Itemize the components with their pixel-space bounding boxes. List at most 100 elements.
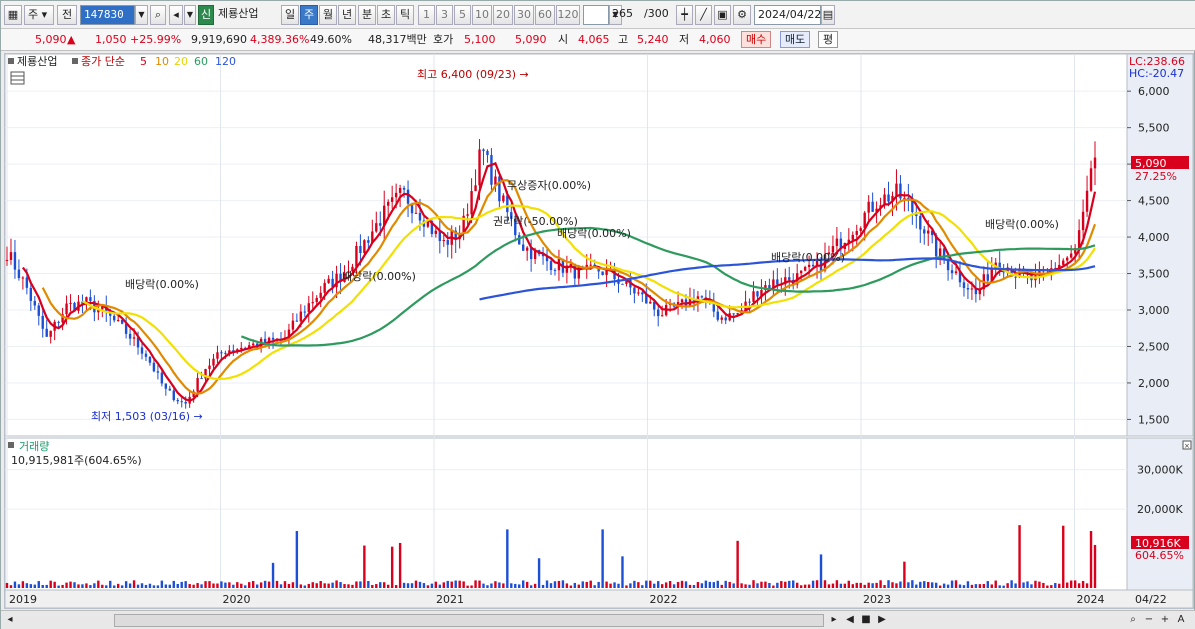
period-year-button[interactable]: 년 [338,5,356,25]
zoom-out-icon[interactable]: − [1142,613,1156,628]
play-icon[interactable]: ▶ [875,613,889,628]
period-dropdown[interactable]: 주 ▾ [24,5,54,25]
interval-120-button[interactable]: 120 [556,5,580,25]
period-day-button[interactable]: 일 [281,5,299,25]
volume-bar [347,584,350,588]
even-button[interactable]: 평 [818,31,839,48]
scroll-right-icon[interactable]: ▸ [827,613,841,628]
date-input[interactable]: 2024/04/22 [754,5,821,25]
candle-body [29,287,33,301]
interval-20-button[interactable]: 20 [493,5,513,25]
indicator-menu-icon[interactable] [72,58,78,64]
volume-bar [1054,583,1057,588]
candle-body [855,231,858,235]
volume-bar [553,581,557,588]
price-volume-chart[interactable]: 6,0005,5005,0004,5004,0003,5003,0002,500… [5,54,1193,608]
volume-bar [454,580,457,588]
interval-3-button[interactable]: 3 [436,5,453,25]
volume-panel-menu-icon[interactable] [8,442,14,448]
settings-gear-icon[interactable]: ⚙ [733,5,751,25]
scroll-thumb[interactable] [114,614,824,627]
volume-bar [748,584,751,588]
sound-dropdown-icon[interactable]: ▼ [184,5,196,25]
zoom-icon[interactable]: ⌕ [1126,613,1140,628]
code-dropdown-icon[interactable]: ▼ [135,5,148,25]
x-tick-label: 2019 [9,593,37,606]
volume-bar [613,582,616,588]
candle-body [394,192,398,198]
chart-area[interactable]: 6,0005,5005,0004,5004,0003,5003,0002,500… [4,53,1194,609]
volume-bar [863,584,866,588]
search-icon[interactable]: ⌕ [150,5,166,25]
volume-bar [585,581,588,588]
bar-count[interactable]: 265 [606,5,636,25]
buy-button[interactable]: 매수 [741,31,772,48]
x-tick-label: 2024 [1077,593,1105,606]
sound-icon[interactable]: ◂ [169,5,183,25]
candle-body [522,244,525,251]
scroll-left-icon[interactable]: ◂ [3,613,17,628]
candle-body [49,330,52,337]
save-icon[interactable]: ▣ [714,5,731,25]
panel-stock-name: 제룡산업 [17,55,57,68]
period-week-button[interactable]: 주 [300,5,318,25]
table-toggle-icon[interactable] [10,71,25,85]
draw-tool-icon[interactable]: ╱ [695,5,712,25]
chart-scrollbar[interactable]: ◂ ▸ ◀ ■ ▶ ⌕ − + A [1,610,1195,629]
candle-body [156,371,160,373]
rewind-icon[interactable]: ◀ [843,613,857,628]
volume-bar [386,584,390,588]
candle-body [748,301,751,303]
volume-bar [780,581,783,588]
period-tick-button[interactable]: 틱 [396,5,414,25]
candle-body [486,150,489,156]
volume-bar [498,582,501,588]
interval-10-button[interactable]: 10 [472,5,492,25]
volume-bar [1089,530,1093,588]
stop-icon[interactable]: ■ [859,613,873,628]
volume-bar [799,585,803,588]
volume-bar [45,584,48,588]
candle-type-icon[interactable]: ┿ [676,5,693,25]
interval-5-button[interactable]: 5 [454,5,471,25]
font-size-icon[interactable]: A [1174,613,1188,628]
window-menu-icon[interactable]: ▦ [4,5,22,25]
volume-bar [518,584,521,588]
volume-bar [1050,585,1053,588]
stock-name: 제룡산업 [218,7,259,20]
volume-bar [458,580,461,588]
volume-bar [851,584,854,588]
calendar-icon[interactable]: ▤ [821,5,835,25]
panel-menu-icon[interactable] [8,58,14,64]
interval-1-button[interactable]: 1 [418,5,435,25]
candle-body [851,234,854,240]
sell-button[interactable]: 매도 [780,31,811,48]
volume-bar [442,582,445,588]
volume-bar [843,583,847,588]
period-month-button[interactable]: 월 [319,5,337,25]
interval-60-button[interactable]: 60 [535,5,555,25]
volume-bar [355,581,358,588]
volume-bar [895,583,898,588]
period-minute-button[interactable]: 분 [358,5,376,25]
volume-bar [81,584,84,588]
zoom-in-icon[interactable]: + [1158,613,1172,628]
candle-body [466,214,469,216]
stock-code-input[interactable]: 147830 [80,5,135,25]
volume-bar [978,584,982,588]
interval-30-button[interactable]: 30 [514,5,534,25]
volume-bar [371,585,374,588]
candle-body [319,292,322,298]
x-tick-label: 2023 [863,593,891,606]
volume-bar [367,581,370,588]
volume-bar [136,584,140,588]
volume-bar [688,584,692,588]
candle-body [323,282,326,293]
volume-bar [887,580,890,588]
period-second-button[interactable]: 초 [377,5,395,25]
volume-bar [494,581,497,588]
last-price-tag-text: 5,090 [1135,157,1167,170]
candle-body [589,264,592,266]
volume-bar [752,580,755,588]
prev-button[interactable]: 전 [57,5,77,25]
